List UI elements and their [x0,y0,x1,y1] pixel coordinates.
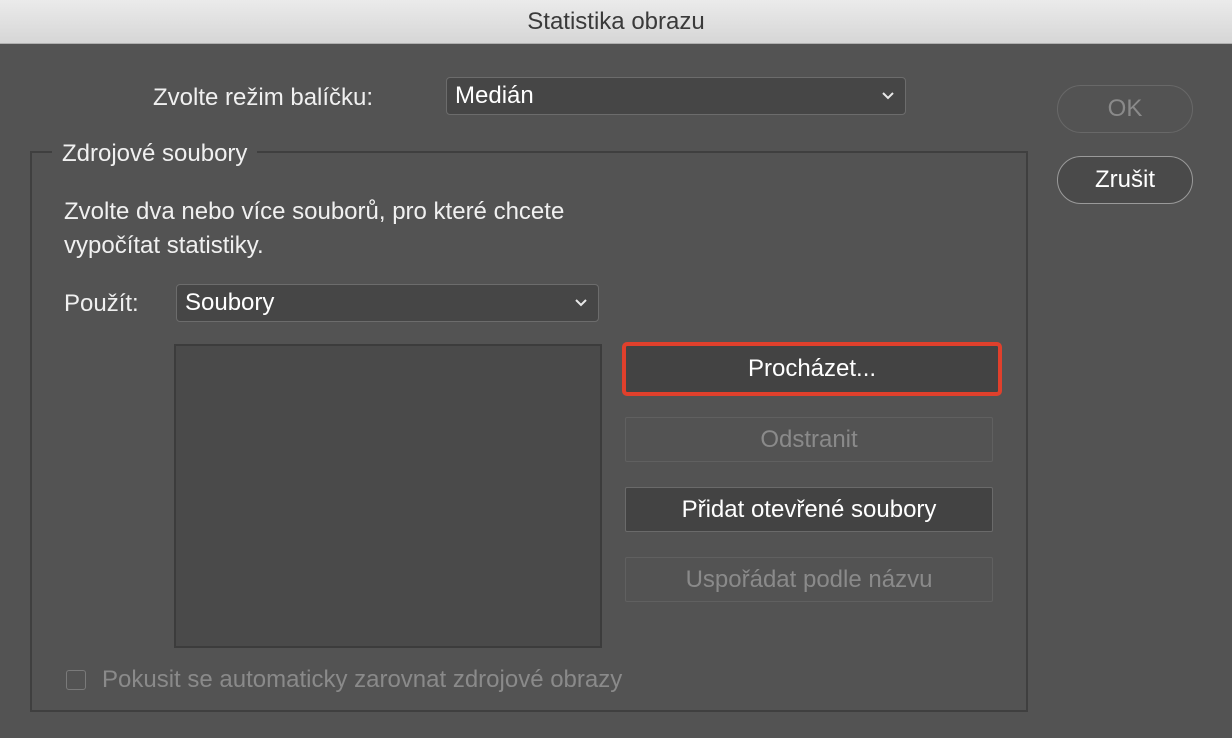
sort-by-name-button[interactable]: Uspořádat podle názvu [625,557,993,602]
stack-mode-select[interactable]: Medián [446,77,906,115]
source-files-list[interactable] [174,344,602,648]
stack-mode-value: Medián [455,82,534,109]
chevron-down-icon [575,299,587,307]
remove-button[interactable]: Odstranit [625,417,993,462]
cancel-button[interactable]: Zrušit [1057,156,1193,204]
use-label: Použít: [64,290,139,317]
source-files-description-line1: Zvolte dva nebo více souborů, pro které … [64,198,565,225]
auto-align-checkbox[interactable] [66,670,86,690]
use-select[interactable]: Soubory [176,284,599,322]
window-title: Statistika obrazu [0,0,1232,44]
auto-align-label: Pokusit se automaticky zarovnat zdrojové… [102,666,623,693]
chevron-down-icon [882,92,894,100]
source-files-group-title: Zdrojové soubory [52,140,258,168]
browse-button[interactable]: Procházet... [622,342,1002,396]
use-select-value: Soubory [185,289,275,316]
stack-mode-label: Zvolte režim balíčku: [153,84,374,111]
source-files-description-line2: vypočítat statistiky. [64,232,264,259]
add-open-files-button[interactable]: Přidat otevřené soubory [625,487,993,532]
ok-button[interactable]: OK [1057,85,1193,133]
image-statistics-dialog: Statistika obrazu Zvolte režim balíčku: … [0,0,1232,738]
auto-align-checkbox-row[interactable]: Pokusit se automaticky zarovnat zdrojové… [66,666,622,694]
